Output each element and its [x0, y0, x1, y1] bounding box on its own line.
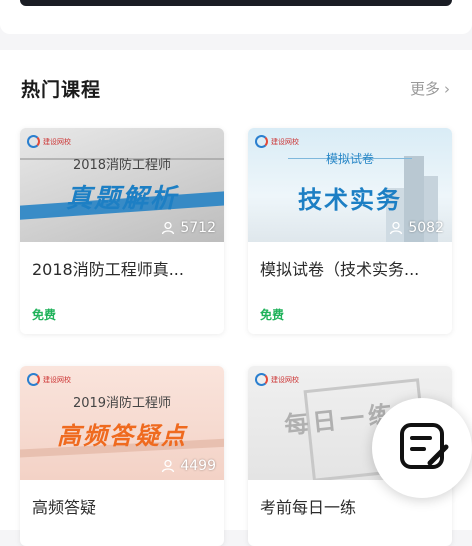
user-icon: [162, 221, 175, 235]
view-count-value: 5082: [408, 220, 444, 236]
course-title: 2018消防工程师真...: [32, 260, 184, 279]
course-card[interactable]: 建设网校 2019消防工程师 高频答疑点 4499 高频答疑: [20, 366, 224, 546]
thumbnail-title: 高频答疑点: [57, 422, 187, 450]
brand-logo: 建设网校: [27, 135, 71, 148]
thumbnail-title: 技术实务: [298, 186, 402, 214]
thumbnail-title: 真题解析: [65, 184, 178, 214]
view-count-value: 5712: [180, 220, 216, 236]
brand-logo: 建设网校: [27, 373, 71, 386]
course-title: 高频答疑: [32, 498, 97, 517]
more-link[interactable]: 更多 ›: [410, 78, 450, 99]
user-icon: [390, 221, 403, 235]
course-price: 免费: [260, 308, 285, 322]
top-card: [0, 0, 472, 34]
more-label: 更多: [409, 80, 440, 98]
course-thumbnail: 建设网校 模拟试卷 技术实务 5082: [248, 128, 452, 242]
course-price: 免费: [32, 308, 57, 322]
course-thumbnail: 建设网校 2019消防工程师 高频答疑点 4499: [20, 366, 224, 480]
thumbnail-subtitle: 2018消防工程师: [72, 158, 172, 173]
view-count: 4499: [161, 458, 216, 474]
course-title: 模拟试卷（技术实务...: [260, 260, 420, 279]
section-title: 热门课程: [21, 79, 102, 101]
course-card[interactable]: 建设网校 2018消防工程师 真题解析 5712 2018消防工程师真... 免…: [20, 128, 224, 334]
user-icon: [162, 459, 175, 473]
view-count-value: 4499: [180, 458, 216, 474]
chevron-right-icon: ›: [444, 79, 450, 98]
thumbnail-subtitle: 2019消防工程师: [72, 396, 172, 411]
course-card[interactable]: 建设网校 模拟试卷 技术实务 5082 模拟试卷（技术实务... 免费: [248, 128, 452, 334]
view-count: 5712: [161, 220, 216, 236]
view-count: 5082: [389, 220, 444, 236]
brand-logo: 建设网校: [255, 135, 299, 148]
brand-logo: 建设网校: [255, 373, 299, 386]
edit-note-icon: [400, 423, 449, 469]
top-banner[interactable]: [20, 0, 452, 6]
course-thumbnail: 建设网校 2018消防工程师 真题解析 5712: [20, 128, 224, 242]
thumbnail-subtitle: 模拟试卷: [325, 152, 374, 166]
floating-action-button[interactable]: [372, 398, 472, 498]
